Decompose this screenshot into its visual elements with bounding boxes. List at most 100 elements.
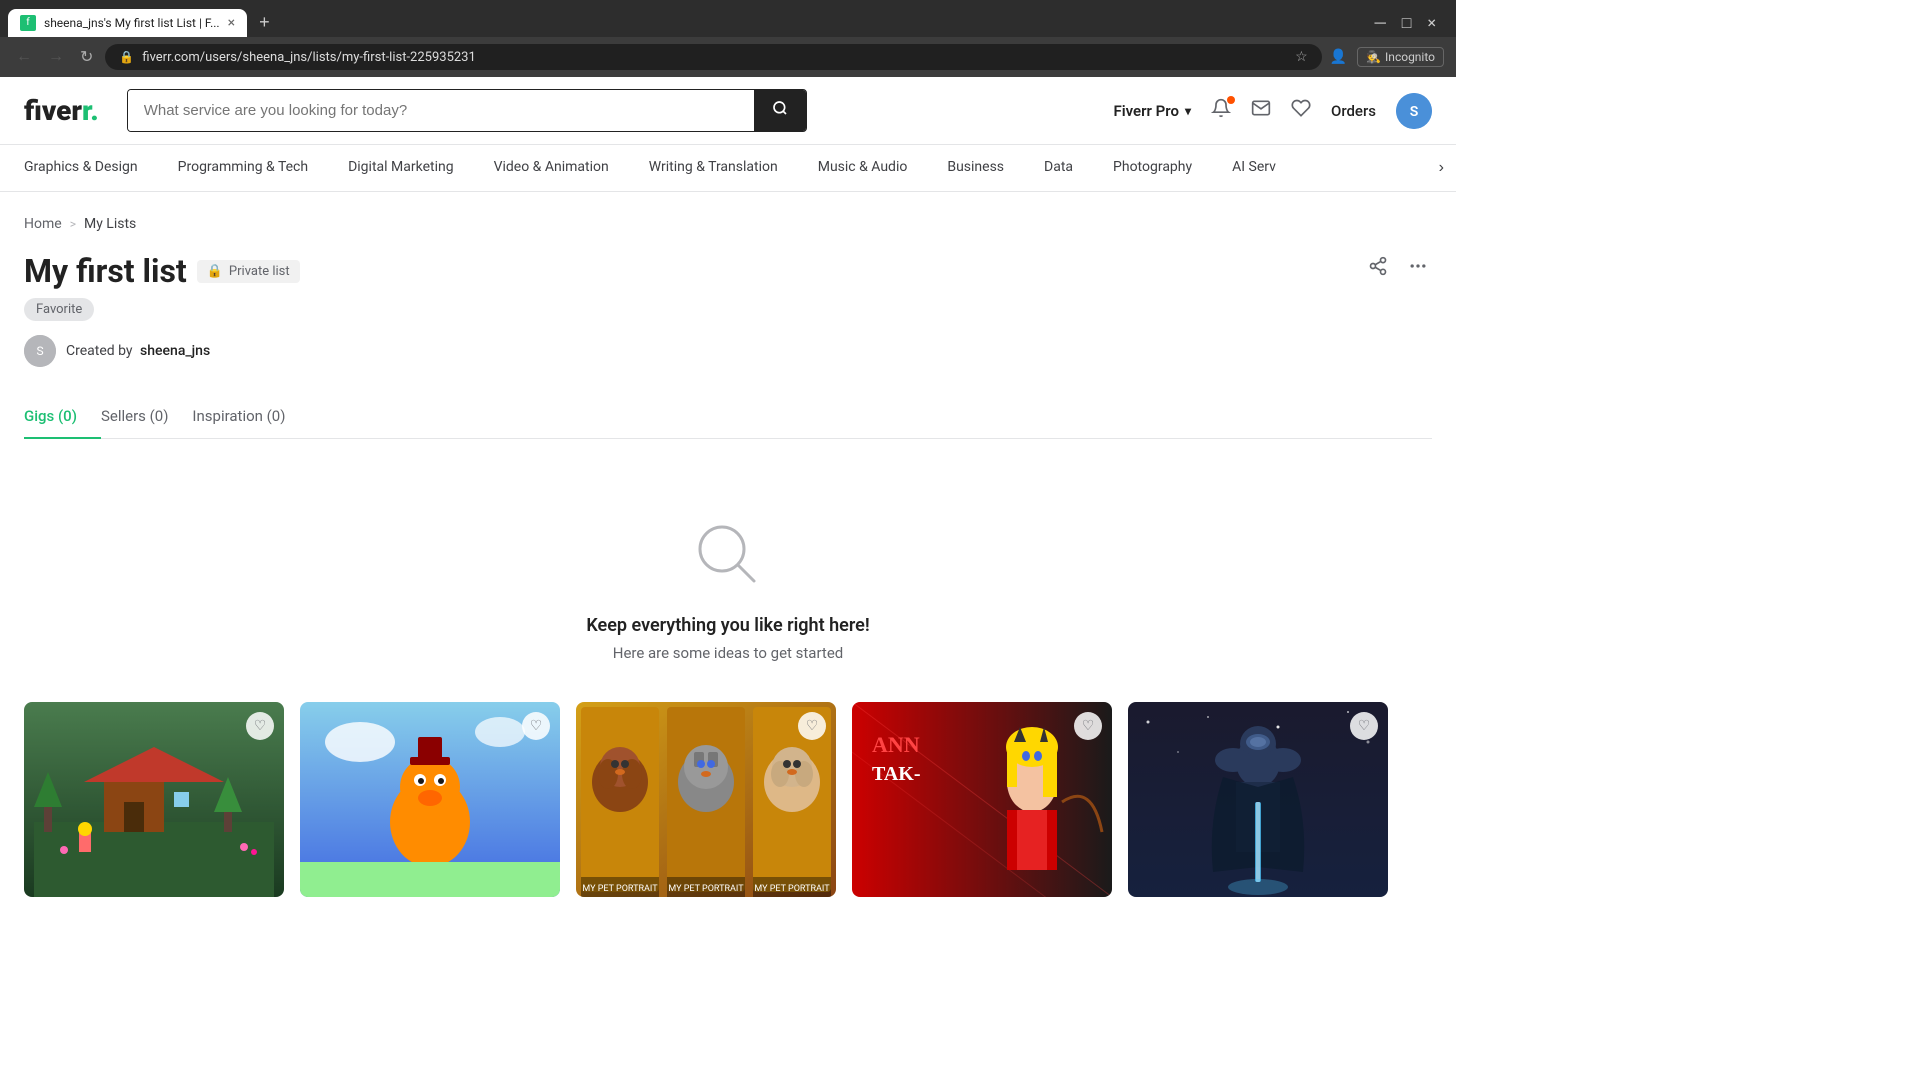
category-business[interactable]: Business	[927, 145, 1024, 191]
tab-favicon: f	[20, 15, 36, 31]
empty-state-subtitle: Here are some ideas to get started	[613, 644, 843, 662]
list-actions	[1364, 252, 1432, 286]
address-url: fiverr.com/users/sheena_jns/lists/my-fir…	[142, 50, 1287, 65]
notification-dot	[1227, 96, 1235, 104]
share-button[interactable]	[1364, 252, 1392, 286]
logo-r: r	[82, 94, 90, 127]
creator-avatar: S	[24, 335, 56, 367]
list-title: My first list	[24, 252, 187, 290]
card-4-image: ANN TAK-	[852, 702, 1112, 897]
suggestion-card-4[interactable]: ANN TAK- ♡	[852, 702, 1112, 897]
category-data[interactable]: Data	[1024, 145, 1093, 191]
search-illustration	[692, 519, 764, 595]
search-button[interactable]	[754, 90, 806, 131]
orders-link[interactable]: Orders	[1331, 102, 1376, 120]
search-bar[interactable]	[127, 89, 807, 132]
list-creator: S Created by sheena_jns	[24, 335, 1432, 367]
breadcrumb-separator: >	[70, 217, 76, 231]
security-lock-icon: 🔒	[119, 50, 134, 64]
creator-username: sheena_jns	[140, 343, 210, 359]
notifications-button[interactable]	[1211, 98, 1231, 124]
breadcrumb: Home > My Lists	[24, 216, 1432, 232]
creator-prefix: Created by	[66, 343, 133, 359]
category-music-audio[interactable]: Music & Audio	[798, 145, 928, 191]
fiverr-header: fiverr. Fiverr Pro ▾	[0, 77, 1456, 192]
forward-button[interactable]: →	[44, 44, 68, 70]
card-1-image	[24, 702, 284, 897]
card-4-heart[interactable]: ♡	[1074, 712, 1102, 740]
minimize-button[interactable]: ─	[1374, 13, 1385, 33]
tab-title: sheena_jns's My first list List | F...	[44, 16, 220, 30]
svg-text:S: S	[1410, 104, 1419, 120]
message-icon	[1251, 98, 1271, 118]
suggestion-card-5[interactable]: ♡	[1128, 702, 1388, 897]
tab-close-button[interactable]: ×	[228, 15, 235, 31]
wishlist-button[interactable]	[1291, 98, 1311, 124]
category-photography[interactable]: Photography	[1093, 145, 1212, 191]
profile-icon[interactable]: 👤	[1330, 49, 1347, 65]
bookmark-star-icon[interactable]: ☆	[1295, 49, 1308, 65]
window-controls: ─ □ ×	[1362, 13, 1448, 33]
chevron-down-icon: ▾	[1185, 104, 1191, 118]
back-button[interactable]: ←	[12, 44, 36, 70]
category-programming-tech[interactable]: Programming & Tech	[158, 145, 328, 191]
fiverr-nav: fiverr. Fiverr Pro ▾	[0, 77, 1456, 144]
category-scroll-button[interactable]: ›	[1407, 145, 1456, 191]
private-badge: 🔒 Private list	[197, 260, 300, 283]
incognito-label: Incognito	[1385, 50, 1435, 64]
refresh-button[interactable]: ↻	[76, 43, 97, 71]
browser-toolbar: ← → ↻ 🔒 fiverr.com/users/sheena_jns/list…	[0, 37, 1456, 77]
category-ai-services[interactable]: AI Serv	[1212, 145, 1296, 191]
category-video-animation[interactable]: Video & Animation	[474, 145, 629, 191]
svg-text:MY PET PORTRAIT: MY PET PORTRAIT	[668, 884, 744, 894]
active-tab[interactable]: f sheena_jns's My first list List | F...…	[8, 9, 247, 37]
search-input[interactable]	[128, 90, 754, 131]
user-avatar[interactable]: S	[1396, 93, 1432, 129]
svg-text:S: S	[36, 344, 43, 358]
fiverr-pro-label: Fiverr Pro	[1113, 102, 1178, 120]
card-5-heart[interactable]: ♡	[1350, 712, 1378, 740]
tab-gigs[interactable]: Gigs (0)	[24, 395, 101, 439]
logo-dot: .	[90, 94, 98, 127]
more-options-button[interactable]	[1404, 252, 1432, 286]
tab-sellers[interactable]: Sellers (0)	[101, 395, 192, 439]
card-3-image: MY PET PORTRAIT MY PET PORTRAIT MY PET P…	[576, 702, 836, 897]
creator-info: Created by sheena_jns	[66, 343, 210, 359]
new-tab-button[interactable]: +	[251, 8, 278, 37]
breadcrumb-current: My Lists	[84, 216, 136, 232]
fiverr-pro-button[interactable]: Fiverr Pro ▾	[1113, 102, 1191, 120]
maximize-button[interactable]: □	[1402, 13, 1412, 33]
empty-state-title: Keep everything you like right here!	[586, 615, 869, 636]
list-title-area: My first list 🔒 Private list	[24, 252, 300, 290]
fiverr-logo[interactable]: fiverr.	[24, 94, 99, 127]
address-bar[interactable]: 🔒 fiverr.com/users/sheena_jns/lists/my-f…	[105, 44, 1321, 70]
more-icon	[1408, 256, 1428, 276]
cards-row: ♡	[24, 702, 1432, 897]
category-digital-marketing[interactable]: Digital Marketing	[328, 145, 473, 191]
incognito-badge: 🕵 Incognito	[1357, 47, 1444, 67]
main-content: Home > My Lists My first list 🔒 Private …	[0, 192, 1456, 921]
tabs: Gigs (0) Sellers (0) Inspiration (0)	[24, 395, 1432, 439]
suggestion-card-2[interactable]: ♡	[300, 702, 560, 897]
share-icon	[1368, 256, 1388, 276]
breadcrumb-home[interactable]: Home	[24, 216, 62, 232]
heart-icon	[1291, 98, 1311, 118]
close-button[interactable]: ×	[1427, 13, 1436, 32]
browser-tabs: f sheena_jns's My first list List | F...…	[0, 0, 1456, 37]
card-3-heart[interactable]: ♡	[798, 712, 826, 740]
logo-text: fiver	[24, 94, 82, 127]
empty-search-icon	[692, 519, 764, 591]
category-writing-translation[interactable]: Writing & Translation	[629, 145, 798, 191]
card-1-heart[interactable]: ♡	[246, 712, 274, 740]
suggestion-card-3[interactable]: MY PET PORTRAIT MY PET PORTRAIT MY PET P…	[576, 702, 836, 897]
svg-text:TAK-: TAK-	[872, 763, 921, 785]
suggestion-card-1[interactable]: ♡	[24, 702, 284, 897]
address-bar-icons: ☆	[1295, 49, 1308, 65]
empty-state: Keep everything you like right here! Her…	[24, 479, 1432, 702]
category-graphics-design[interactable]: Graphics & Design	[24, 145, 158, 191]
messages-button[interactable]	[1251, 98, 1271, 124]
svg-text:MY PET PORTRAIT: MY PET PORTRAIT	[582, 884, 658, 894]
avatar-image: S	[1396, 93, 1432, 129]
card-2-heart[interactable]: ♡	[522, 712, 550, 740]
tab-inspiration[interactable]: Inspiration (0)	[192, 395, 309, 439]
